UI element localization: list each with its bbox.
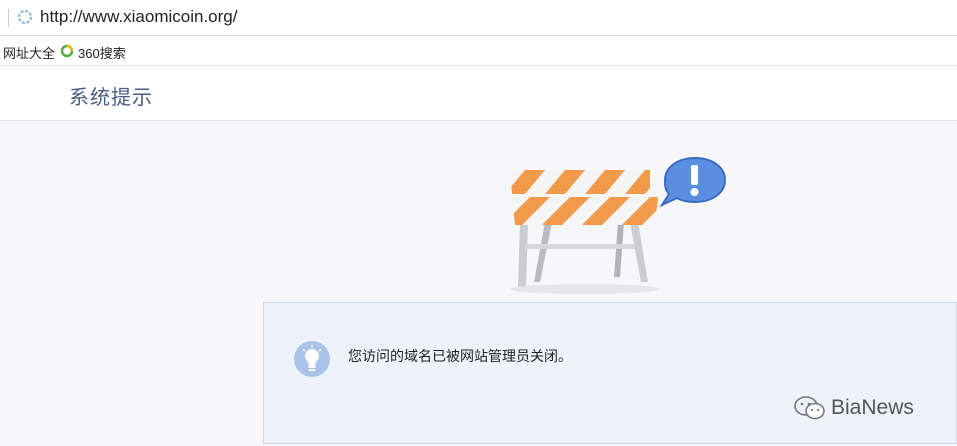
page-title: 系统提示 [69, 87, 153, 109]
page-header: 系统提示 [0, 66, 957, 121]
bookmarks-bar: 网址大全 360搜索 [0, 36, 957, 66]
barrier-legs [510, 222, 660, 294]
lightbulb-icon [294, 341, 330, 377]
roadblock-illustration [510, 156, 727, 294]
barrier-top-board [510, 170, 650, 194]
loading-icon [17, 9, 33, 25]
address-bar[interactable]: http://www.xiaomicoin.org/ [0, 0, 957, 36]
message-text: 您访问的域名已被网站管理员关闭。 [348, 348, 572, 364]
360-search-icon [60, 44, 74, 58]
watermark-text: BiaNews [831, 396, 914, 419]
barrier-bottom-board [512, 197, 658, 225]
alert-speech-bubble [659, 156, 727, 208]
message-box: 您访问的域名已被网站管理员关闭。 [263, 302, 957, 444]
bookmark-360-search[interactable]: 360搜索 [78, 43, 126, 62]
wechat-icon [794, 396, 825, 420]
bookmark-wangzhi-daquan[interactable]: 网址大全 [3, 43, 55, 62]
url-text[interactable]: http://www.xiaomicoin.org/ [40, 7, 237, 27]
address-divider [8, 9, 9, 27]
